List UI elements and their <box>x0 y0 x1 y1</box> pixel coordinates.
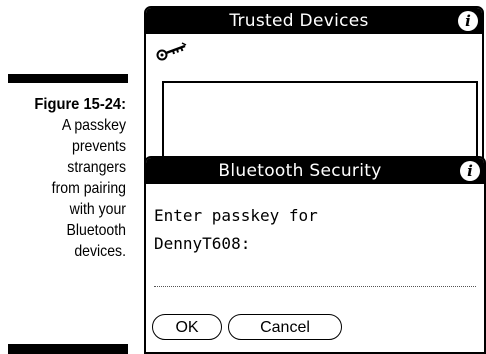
trusted-devices-title: Trusted Devices <box>229 11 369 31</box>
info-icon[interactable]: i <box>458 11 478 31</box>
figure-number: Figure 15-24: <box>34 96 126 113</box>
caption-line: strangers <box>67 159 126 176</box>
prompt-line-1: Enter passkey for <box>154 206 318 225</box>
bluetooth-security-title: Bluetooth Security <box>218 161 382 181</box>
passkey-prompt: Enter passkey for DennyT608: <box>154 202 318 258</box>
figure-caption: Figure 15-24: A passkey prevents strange… <box>0 94 126 262</box>
passkey-input[interactable] <box>154 286 476 287</box>
caption-line: devices. <box>74 243 126 260</box>
cancel-button[interactable]: Cancel <box>228 314 342 340</box>
caption-line: prevents <box>71 138 126 155</box>
bluetooth-security-titlebar: Bluetooth Security i <box>146 158 484 184</box>
caption-bottom-rule <box>8 344 128 354</box>
caption-line: A passkey <box>61 117 126 134</box>
caption-line: Bluetooth <box>66 222 126 239</box>
ok-button[interactable]: OK <box>152 314 222 340</box>
trusted-devices-window: Trusted Devices i <box>144 6 484 176</box>
info-icon[interactable]: i <box>460 161 480 181</box>
bluetooth-security-dialog: Bluetooth Security i Enter passkey for D… <box>144 156 486 354</box>
caption-top-rule <box>8 74 128 83</box>
trusted-devices-titlebar: Trusted Devices i <box>146 8 482 34</box>
prompt-device-name: DennyT608: <box>154 234 251 253</box>
caption-line: with your <box>69 201 126 218</box>
key-icon[interactable] <box>156 40 188 62</box>
caption-line: from pairing <box>51 180 127 197</box>
